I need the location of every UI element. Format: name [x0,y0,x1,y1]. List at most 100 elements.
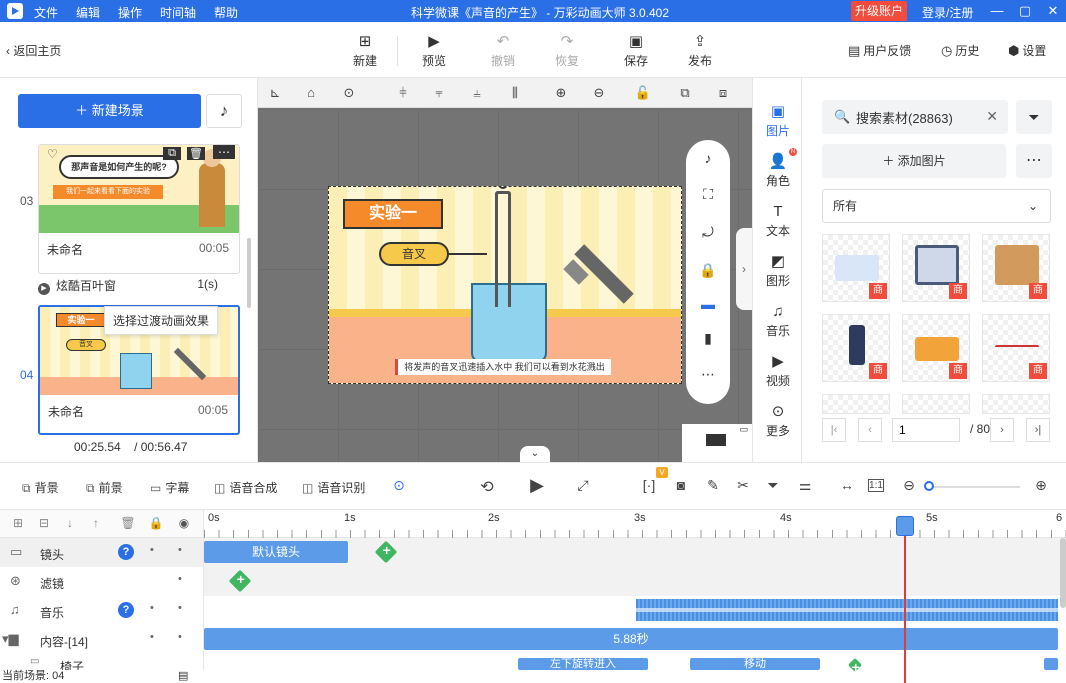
align-bottom-icon[interactable]: ⫨ [468,84,486,102]
unlock-icon[interactable]: 🔓 [634,84,652,102]
play-icon[interactable]: ▶ [528,475,546,496]
prev-page-icon[interactable]: ‹ [858,418,882,442]
stage-canvas[interactable]: 实验一 音叉 将发声的音叉迅速插入水中 我们可以看到水花溅出 [328,186,682,384]
add-filter-icon[interactable] [228,569,252,593]
distribute-icon[interactable]: ⫼ [506,84,524,102]
favorite-icon[interactable]: ♡ [47,147,58,161]
scene-list-scrollbar[interactable] [247,238,251,308]
background-button[interactable]: ⧉ 背景 [22,479,59,496]
asset-tile[interactable]: 商 [822,314,890,382]
asset-category-select[interactable]: 所有 ⌄ [822,189,1051,223]
notes-icon[interactable]: ▤ [178,670,188,683]
track-area[interactable]: 左下旋转进入 移动 [204,654,1066,673]
preview-button[interactable]: ▶ 预览 [409,32,459,69]
more-tools-icon[interactable]: ⊙ [390,477,408,494]
track-area[interactable] [204,567,1066,596]
help-icon[interactable]: ? [118,602,134,618]
music-note-icon[interactable]: ♪ [698,150,718,166]
filter-button[interactable]: ⏷ [1016,100,1052,134]
content-clip[interactable]: 5.88秒 [204,628,1058,650]
asset-tile[interactable] [902,394,970,414]
minimap-toggle-icon[interactable]: ▭ [739,424,748,435]
adjust-icon[interactable]: ⚌ [796,477,814,494]
first-page-icon[interactable]: |‹ [822,418,846,442]
copy-icon[interactable]: ⧉ [676,84,694,102]
animation-clip[interactable] [1044,658,1058,670]
transition-row[interactable]: ▶ 炫酷百叶窗 1(s) [38,277,238,295]
next-page-icon[interactable]: › [990,418,1014,442]
category-role[interactable]: 👤 角色 [753,152,803,189]
actual-size-icon[interactable]: 1:1 [868,479,884,492]
enter-animation-clip[interactable]: 左下旋转进入 [518,658,648,670]
camera-clip[interactable]: 默认镜头 [204,541,348,563]
fullscreen-icon[interactable]: ⤢ [574,477,592,494]
menu-action[interactable]: 操作 [118,4,142,21]
add-folder-icon[interactable]: ⊟ [36,516,52,530]
delete-track-icon[interactable]: 🗑 [120,516,136,530]
ruler-icon[interactable]: ⊾ [266,84,284,102]
timeline-scrollbar[interactable] [1060,538,1066,608]
track-dot[interactable]: • [150,631,154,643]
back-home-link[interactable]: ‹ 返回主页 [6,42,61,59]
track-dot[interactable]: • [178,573,182,585]
help-icon[interactable]: ? [118,544,134,560]
feedback-button[interactable]: ▤ 用户反馈 [848,42,911,59]
save-button[interactable]: ▣ 保存 [611,32,661,69]
category-music[interactable]: ♫ 音乐 [753,302,803,339]
scene-thumbnail-03[interactable]: 那声音是如何产生的呢? 我们一起来看看下面的实验 ♡ ⧉ 🗑 ⋯ 未命名 00:… [38,144,240,274]
asset-tile[interactable]: 商 [822,234,890,302]
move-up-icon[interactable]: ↑ [88,516,104,530]
track-dot[interactable]: • [150,602,154,614]
maximize-icon[interactable]: ▢ [1016,2,1034,20]
track-dot[interactable]: • [178,602,182,614]
menu-edit[interactable]: 编辑 [76,4,100,21]
camera-icon[interactable]: ◙ [672,477,690,493]
scene-more-icon[interactable]: ⋯ [213,145,235,159]
clear-search-icon[interactable]: ✕ [986,108,998,125]
track-dot[interactable]: • [150,544,154,556]
lock-icon[interactable]: 🔒 [698,262,718,279]
zoom-slider-handle[interactable] [924,481,934,491]
move-animation-clip[interactable]: 移动 [690,658,820,670]
history-button[interactable]: ◷ 历史 [941,42,979,59]
add-keyframe-icon[interactable] [374,540,398,564]
new-button[interactable]: ⊞ 新建 [340,32,390,69]
minimap[interactable]: ▭ [682,424,752,462]
menu-help[interactable]: 帮助 [214,4,238,21]
undo-button[interactable]: ↶ 撤销 [478,32,528,69]
settings-button[interactable]: ⬢ 设置 [1008,42,1046,59]
zoom-slider-track[interactable] [928,486,1020,488]
asset-tile[interactable] [822,394,890,414]
login-register-link[interactable]: 登录/注册 [922,4,973,21]
speech-recognition-button[interactable]: ◫ 语音识别 [302,479,365,496]
rewind-icon[interactable]: ⟲ [478,477,496,497]
asset-tile[interactable]: 商 [902,314,970,382]
track-area[interactable] [204,596,1066,625]
track-area[interactable]: 5.88秒 [204,625,1066,654]
tts-button[interactable]: ◫ 语音合成 [214,479,277,496]
desktop-view-icon[interactable]: ▬ [698,296,718,312]
time-ruler[interactable]: 0s 1s 2s 3s 4s 5s 6 [204,510,1066,538]
filter-icon[interactable]: ⏷ [764,477,782,494]
paste-icon[interactable]: ⧈ [714,84,732,102]
fit-screen-icon[interactable]: ⛶ [698,186,718,203]
asset-search-input[interactable] [856,106,986,128]
asset-tile[interactable] [982,394,1050,414]
asset-more-button[interactable]: ⋯ [1016,144,1052,178]
bracket-icon[interactable]: [·] [640,477,658,493]
split-icon[interactable]: ✂ [734,477,752,494]
copy-scene-icon[interactable]: ⧉ [163,147,181,160]
playhead[interactable] [904,516,906,683]
fit-width-icon[interactable]: ↔ [838,477,856,493]
close-window-icon[interactable]: ✕ [1044,2,1062,20]
zoom-in-icon[interactable]: ⊕ [552,84,570,102]
zoom-out-icon[interactable]: ⊖ [590,84,608,102]
delete-scene-icon[interactable]: 🗑 [187,147,205,160]
menu-timeline[interactable]: 时间轴 [160,4,196,21]
collapse-timeline-icon[interactable]: ⌄ [520,446,550,462]
foreground-button[interactable]: ⧉ 前景 [86,479,123,496]
move-down-icon[interactable]: ↓ [62,516,78,530]
minimize-icon[interactable]: — [988,2,1006,20]
eye-icon[interactable]: ◉ [176,516,192,530]
audio-waveform[interactable] [636,599,1058,621]
